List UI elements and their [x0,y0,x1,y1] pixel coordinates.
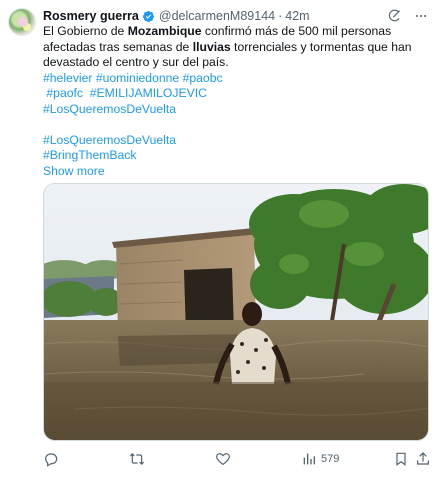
tweet-photo[interactable] [43,183,429,441]
verified-badge-icon[interactable] [142,10,155,23]
tweet-paragraph: El Gobierno de Mozambique confirmó más d… [43,24,412,69]
views-button[interactable]: 579 [301,451,339,467]
hashtag-line[interactable]: #BringThemBack [43,148,431,164]
tweet-card[interactable]: Rosmery guerra @delcarmenM89144 · 42m El… [0,0,436,478]
reply-button[interactable] [43,451,59,467]
retweet-icon[interactable] [129,451,145,467]
hashtag-line[interactable]: #paofc #EMILIJAMILOJEVIC [43,86,431,102]
hashtag-line[interactable]: #LosQueremosDeVuelta [43,133,431,149]
bookmark-icon[interactable] [393,451,409,467]
views-icon[interactable] [301,451,317,467]
tweet-actions: 579 [43,451,433,469]
separator-dot: · [278,9,283,23]
author-name[interactable]: Rosmery guerra [43,9,139,23]
bookmark-button[interactable] [393,451,409,467]
tweet-header: Rosmery guerra @delcarmenM89144 · 42m [43,7,428,25]
author-handle[interactable]: @delcarmenM89144 [159,9,275,23]
like-button[interactable] [215,451,231,467]
like-icon[interactable] [215,451,231,467]
tweet-text: El Gobierno de Mozambique confirmó más d… [43,24,431,179]
avatar[interactable] [8,8,36,36]
more-icon[interactable] [414,9,428,23]
reply-icon[interactable] [43,451,59,467]
share-icon[interactable] [415,451,431,467]
bold-mozambique: Mozambique [127,24,202,38]
views-count: 579 [321,453,340,465]
hashtag-line[interactable]: #helevier #uominiedonne #paobc [43,71,431,87]
share-button[interactable] [415,451,431,467]
bold-lluvias: lluvias [192,39,231,54]
timestamp[interactable]: 42m [285,9,309,23]
grok-icon[interactable] [388,9,402,23]
hashtag-line[interactable]: #LosQueremosDeVuelta [43,102,431,118]
header-actions [388,7,428,25]
show-more-link[interactable]: Show more [43,164,431,180]
retweet-button[interactable] [129,451,145,467]
